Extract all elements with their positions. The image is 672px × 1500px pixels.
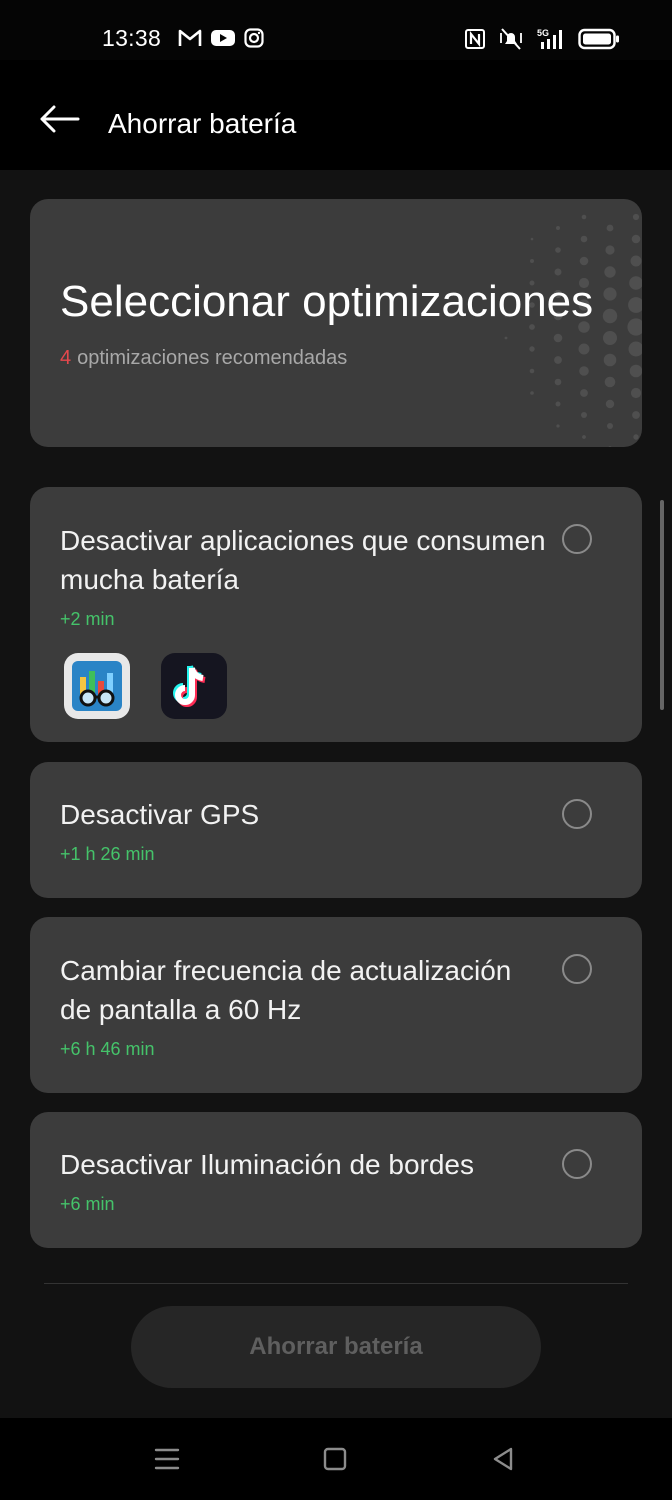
status-bar: 13:38 5G <box>0 0 672 60</box>
divider <box>44 1283 628 1284</box>
gmail-icon <box>178 29 202 46</box>
svg-text:5G: 5G <box>537 28 549 38</box>
back-triangle-icon[interactable] <box>488 1444 518 1474</box>
page-title: Ahorrar batería <box>108 108 297 139</box>
optimization-radio[interactable] <box>562 954 592 984</box>
optimization-item-high-consumption-apps[interactable]: Desactivar aplicaciones que consumen muc… <box>30 487 642 742</box>
optimization-gain: +6 min <box>60 1194 115 1214</box>
youtube-icon <box>211 30 235 46</box>
optimization-item-gps[interactable]: Desactivar GPS +1 h 26 min <box>30 762 642 898</box>
optimization-item-edge-lighting[interactable]: Desactivar Iluminación de bordes +6 min <box>30 1112 642 1248</box>
geekbench-app-icon <box>64 653 130 719</box>
optimization-gain: +1 h 26 min <box>60 844 155 864</box>
battery-icon <box>578 28 619 50</box>
signal-5g-icon: 5G <box>537 28 562 49</box>
optimization-item-refresh-rate[interactable]: Cambiar frecuencia de actualización de p… <box>30 917 642 1093</box>
back-arrow-icon[interactable] <box>38 104 80 134</box>
nfc-icon <box>465 29 485 49</box>
optimization-gain: +2 min <box>60 609 115 629</box>
optimization-title: Desactivar aplicaciones que consumen muc… <box>60 525 546 595</box>
optimization-radio[interactable] <box>562 799 592 829</box>
optimization-summary-card: Seleccionar optimizaciones 4 optimizacion… <box>30 199 642 447</box>
optimization-title: Desactivar Iluminación de bordes <box>60 1149 474 1180</box>
optimization-title: Cambiar frecuencia de actualización de p… <box>60 955 512 1025</box>
vibrate-icon <box>500 28 522 50</box>
scrollbar[interactable] <box>660 500 664 710</box>
app-bar: Ahorrar batería <box>0 60 672 170</box>
optimization-radio[interactable] <box>562 524 592 554</box>
optimization-title: Desactivar GPS <box>60 799 260 830</box>
status-time: 13:38 <box>102 25 162 51</box>
summary-title: Seleccionar optimizaciones <box>60 277 594 326</box>
summary-subtitle: 4 optimizaciones recomendadas <box>60 347 347 370</box>
menu-icon[interactable] <box>152 1444 182 1474</box>
save-battery-button[interactable]: Ahorrar batería <box>131 1306 541 1388</box>
instagram-icon <box>244 28 264 48</box>
home-square-icon[interactable] <box>320 1444 350 1474</box>
tiktok-app-icon <box>161 653 227 719</box>
recommended-count: 4 <box>60 347 72 369</box>
recommended-label: optimizaciones recomendadas <box>77 347 348 369</box>
optimization-gain: +6 h 46 min <box>60 1039 155 1059</box>
optimization-radio[interactable] <box>562 1149 592 1179</box>
navigation-bar <box>0 1418 672 1500</box>
content-area: Seleccionar optimizaciones 4 optimizacion… <box>0 170 672 1418</box>
